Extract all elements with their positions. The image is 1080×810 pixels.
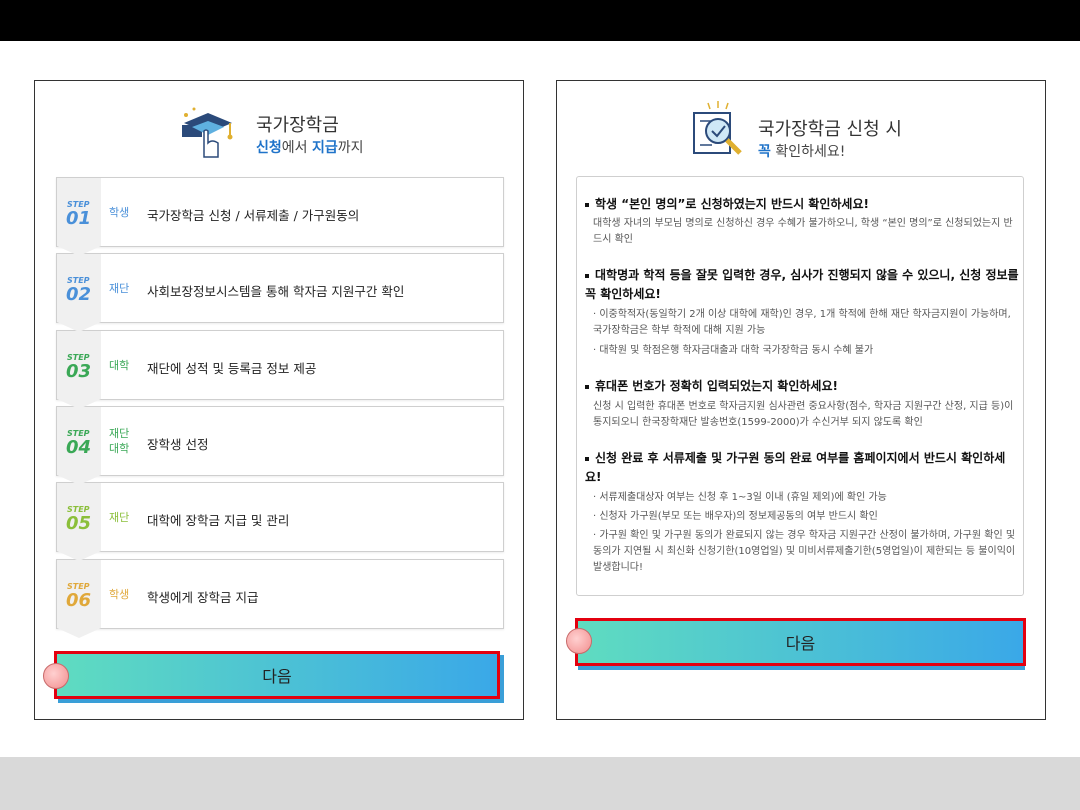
step-badge: STEP 03 (57, 330, 101, 399)
step-number: 01 (66, 208, 92, 229)
notice-body: 신청 시 입력한 휴대폰 번호로 학자금지원 심사관련 중요사항(점수, 학자금… (593, 401, 1014, 428)
step-arrow (57, 246, 101, 256)
click-indicator (43, 663, 69, 689)
step-number: 02 (66, 284, 92, 306)
step-card-5: STEP 05 재단 대학에 장학금 지급 및 관리 (56, 482, 504, 562)
step-badge: STEP 02 (57, 254, 101, 323)
notice-body: · 서류제출대상자 여부는 신청 후 1~3일 이내 (휴일 제외)에 확인 가… (593, 492, 887, 503)
notice-heading: 대학명과 학적 등을 잘못 입력한 경우, 심사가 진행되지 않을 수 있으니,… (585, 268, 1019, 301)
panel-subtitle: 신청에서 지급까지 (256, 140, 364, 156)
document-magnifier-icon (688, 99, 748, 163)
step-arrow (57, 398, 101, 409)
step-description: 사회보장정보시스템을 통해 학자금 지원구간 확인 (147, 284, 405, 300)
next-button[interactable]: 다음 (575, 618, 1026, 666)
panel-subtitle: 꼭 확인하세요! (758, 144, 846, 160)
click-indicator (566, 628, 592, 654)
step-number: 04 (66, 436, 92, 458)
notice-box: 학생 “본인 명의”로 신청하였는지 반드시 확인하세요! 대학생 자녀의 부모… (576, 176, 1024, 596)
notice-heading: 학생 “본인 명의”로 신청하였는지 반드시 확인하세요! (585, 195, 1021, 214)
scholarship-process-panel: 국가장학금 신청에서 지급까지 STEP 01 학생 국가장학금 신청 / 서류제출 … (34, 80, 524, 720)
application-notice-panel: 국가장학금 신청 시 꼭 확인하세요! 학생 “본인 명의”로 신청하였는지 반… (556, 80, 1046, 720)
step-number: 06 (66, 589, 92, 611)
step-card-2: STEP 02 재단 사회보장정보시스템을 통해 학자금 지원구간 확인 (56, 253, 504, 333)
top-black-bar (0, 0, 1080, 41)
step-arrow (57, 551, 101, 562)
step-badge: STEP 01 (57, 178, 101, 246)
step-actor: 대학 (109, 358, 130, 372)
step-description: 학생에게 장학금 지급 (147, 589, 259, 605)
step-card-4: STEP 04 재단 대학 장학생 선정 (56, 405, 504, 485)
panel-header: 국가장학금 신청에서 지급까지 (35, 97, 523, 167)
panel-header: 국가장학금 신청 시 꼭 확인하세요! (557, 97, 1045, 167)
graduation-cap-hand-icon (178, 105, 240, 165)
step-arrow (57, 322, 101, 333)
step-arrow (57, 474, 101, 485)
step-card-3: STEP 03 대학 재단에 성적 및 등록금 정보 제공 (56, 329, 504, 409)
step-actor: 학생 (109, 587, 130, 601)
next-button[interactable]: 다음 (54, 651, 500, 699)
step-description: 장학생 선정 (147, 436, 209, 452)
step-badge: STEP 05 (57, 483, 101, 552)
step-actor: 재단 (109, 282, 130, 296)
bottom-gray-bar (0, 757, 1080, 810)
step-number: 05 (66, 513, 92, 535)
panel-title: 국가장학금 신청 시 (758, 119, 902, 140)
notice-heading: 신청 완료 후 서류제출 및 가구원 동의 완료 여부를 홈페이지에서 반드시 … (585, 451, 1006, 484)
notice-heading: 휴대폰 번호가 정확히 입력되었는지 확인하세요! (585, 377, 1021, 396)
notice-body: · 가구원 확인 및 가구원 동의가 완료되지 않는 경우 학자금 지원구간 산… (593, 530, 1016, 573)
notice-body: · 대학원 및 학점은행 학자금대출과 대학 국가장학금 동시 수혜 불가 (593, 345, 874, 356)
step-number: 03 (66, 360, 92, 382)
step-actor: 재단 (109, 511, 130, 525)
notice-body: · 이중학적자(동일학기 2개 이상 대학에 재학)인 경우, 1개 학적에 한… (593, 309, 1011, 336)
step-card-1: STEP 01 학생 국가장학금 신청 / 서류제출 / 가구원동의 (56, 177, 504, 256)
notice-body: 대학생 자녀의 부모님 명의로 신청하신 경우 수혜가 불가하오니, 학생 “본… (593, 218, 1013, 245)
step-actor: 재단 대학 (109, 426, 130, 455)
step-card-6: STEP 06 학생 학생에게 장학금 지급 (56, 558, 504, 638)
step-description: 재단에 성적 및 등록금 정보 제공 (147, 360, 317, 376)
notice-body: · 신청자 가구원(부모 또는 배우자)의 정보제공동의 여부 반드시 확인 (593, 511, 878, 522)
step-description: 국가장학금 신청 / 서류제출 / 가구원동의 (147, 208, 360, 223)
step-description: 대학에 장학금 지급 및 관리 (147, 513, 290, 529)
panel-title: 국가장학금 (256, 115, 339, 136)
step-badge: STEP 04 (57, 406, 101, 475)
step-badge: STEP 06 (57, 559, 101, 628)
step-actor: 학생 (109, 206, 130, 219)
step-arrow (57, 627, 101, 638)
